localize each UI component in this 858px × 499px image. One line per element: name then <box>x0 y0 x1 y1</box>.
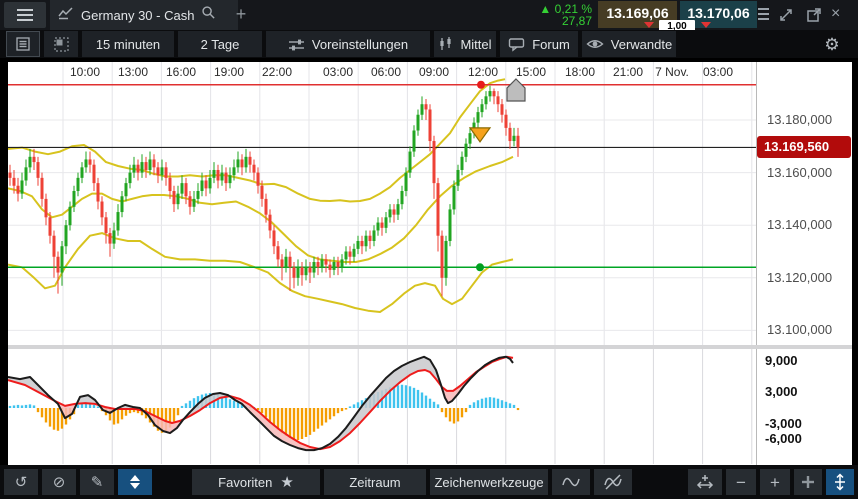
range-button[interactable]: 2 Tage <box>178 31 262 57</box>
macd-axis: 9,000 3,000 -3,000 -6,000 <box>756 349 852 465</box>
time-label: 15:00 <box>515 65 547 79</box>
time-label: 13:00 <box>117 65 149 79</box>
time-label: 21:00 <box>612 65 644 79</box>
drawing-toolbar: ↺ ⊘ ✎ Favoriten ★ Zeitraum Zeichenwerkzeu… <box>0 465 858 499</box>
time-label: 03:00 <box>702 65 734 79</box>
menu-button[interactable] <box>4 2 46 28</box>
period-button[interactable]: Zeitraum <box>324 469 426 495</box>
related-button[interactable]: Verwandte <box>582 31 676 57</box>
change-absolute: 27,87 <box>561 14 592 28</box>
fit-height-icon <box>835 473 845 491</box>
close-button[interactable]: × <box>831 5 840 23</box>
chart-tab[interactable]: Germany 30 - Cash <box>50 0 238 30</box>
crosshair-icon <box>802 476 814 488</box>
price-label: 13.160,000 <box>767 164 833 180</box>
tab-title: Germany 30 - Cash <box>81 7 195 23</box>
favorites-button[interactable]: Favoriten ★ <box>192 469 320 495</box>
wave-off-button[interactable] <box>594 469 632 495</box>
price-label: 13.120,000 <box>767 269 833 285</box>
time-label: 06:00 <box>370 65 402 79</box>
fit-width-icon <box>696 475 714 489</box>
interval-button[interactable]: 15 minuten <box>82 31 174 57</box>
title-bar: Germany 30 - Cash + ▲ 0,21 % 27,87 13.16… <box>0 0 858 33</box>
time-label: 09:00 <box>418 65 450 79</box>
wave-off-icon <box>604 474 622 490</box>
forum-button[interactable]: Forum <box>500 31 578 57</box>
price-label: 13.180,000 <box>767 112 833 127</box>
time-label: 19:00 <box>213 65 245 79</box>
up-down-arrows-icon <box>130 475 140 489</box>
plus-icon: + <box>770 472 780 492</box>
chart-line-icon <box>58 5 74 26</box>
presets-button[interactable]: Voreinstellungen <box>266 31 430 57</box>
pencil-icon: ✎ <box>90 473 104 491</box>
wave-icon <box>562 477 580 487</box>
time-label: 16:00 <box>165 65 197 79</box>
gear-icon: ⚙ <box>824 34 840 54</box>
zoom-out-button[interactable]: − <box>726 469 756 495</box>
chart-toolbar: 15 minuten 2 Tage Voreinstellungen Mitte… <box>0 30 858 58</box>
current-price-badge: 13.169,560 <box>757 136 851 159</box>
time-label: 03:00 <box>322 65 354 79</box>
buy-arrow-down-icon <box>701 22 711 28</box>
star-icon: ★ <box>280 474 294 491</box>
main-chart-background <box>8 85 756 345</box>
price-label: 13.140,000 <box>767 217 833 233</box>
wave-tool-button[interactable] <box>552 469 590 495</box>
time-label: 7 Nov. <box>655 65 689 79</box>
popout-button[interactable] <box>806 7 822 28</box>
candle-style-button[interactable] <box>118 469 152 495</box>
minus-icon: − <box>736 472 746 492</box>
sliders-icon <box>288 39 304 50</box>
drawing-tools-button[interactable]: Zeichenwerkzeuge <box>430 469 548 495</box>
time-label: 18:00 <box>564 65 596 79</box>
ban-icon: ⊘ <box>52 473 66 491</box>
up-triangle-icon: ▲ <box>539 2 552 16</box>
draw-pencil-button[interactable]: ✎ <box>80 469 114 495</box>
clear-button[interactable]: ⊘ <box>42 469 76 495</box>
candle-chart-icon <box>440 37 452 50</box>
eye-icon <box>586 40 604 48</box>
undo-icon: ↺ <box>14 473 28 491</box>
time-label: 12:00 <box>467 65 499 79</box>
layout-button[interactable] <box>44 31 78 57</box>
expand-button[interactable] <box>778 7 794 28</box>
expand-icon <box>780 9 792 21</box>
settings-button[interactable]: ⚙ <box>812 31 852 57</box>
change-block: ▲ 0,21 % 27,87 <box>516 3 592 27</box>
layout-grid-icon <box>53 36 69 52</box>
search-icon[interactable] <box>201 5 216 25</box>
fit-vertical-button[interactable] <box>826 469 854 495</box>
macd-label: 3,000 <box>765 384 798 400</box>
macd-label: 9,000 <box>765 353 798 369</box>
price-label: 13.100,000 <box>767 322 833 338</box>
crosshair-button[interactable] <box>794 469 822 495</box>
popout-icon <box>807 8 821 22</box>
means-button[interactable]: Mittel <box>434 31 496 57</box>
watchlist-button[interactable] <box>6 31 40 57</box>
document-list-icon <box>16 37 30 51</box>
macd-label: -6,000 <box>765 431 802 446</box>
time-label: 22:00 <box>261 65 293 79</box>
time-axis[interactable]: 10:00 13:00 16:00 19:00 22:00 03:00 06:00 09:00… <box>8 62 756 85</box>
undo-button[interactable]: ↺ <box>4 469 38 495</box>
sell-arrow-down-icon <box>644 22 654 28</box>
speech-bubble-icon <box>509 38 525 52</box>
price-axis[interactable]: 13.180,000 13.160,000 13.140,000 13.120,000… <box>756 62 852 345</box>
fit-horizontal-button[interactable] <box>688 469 722 495</box>
macd-panel-background <box>8 349 756 465</box>
time-label: 10:00 <box>69 65 101 79</box>
macd-label: -3,000 <box>765 415 802 431</box>
drag-handle-icon[interactable] <box>758 8 769 20</box>
zoom-in-button[interactable]: + <box>760 469 790 495</box>
new-tab-button[interactable]: + <box>226 0 256 30</box>
